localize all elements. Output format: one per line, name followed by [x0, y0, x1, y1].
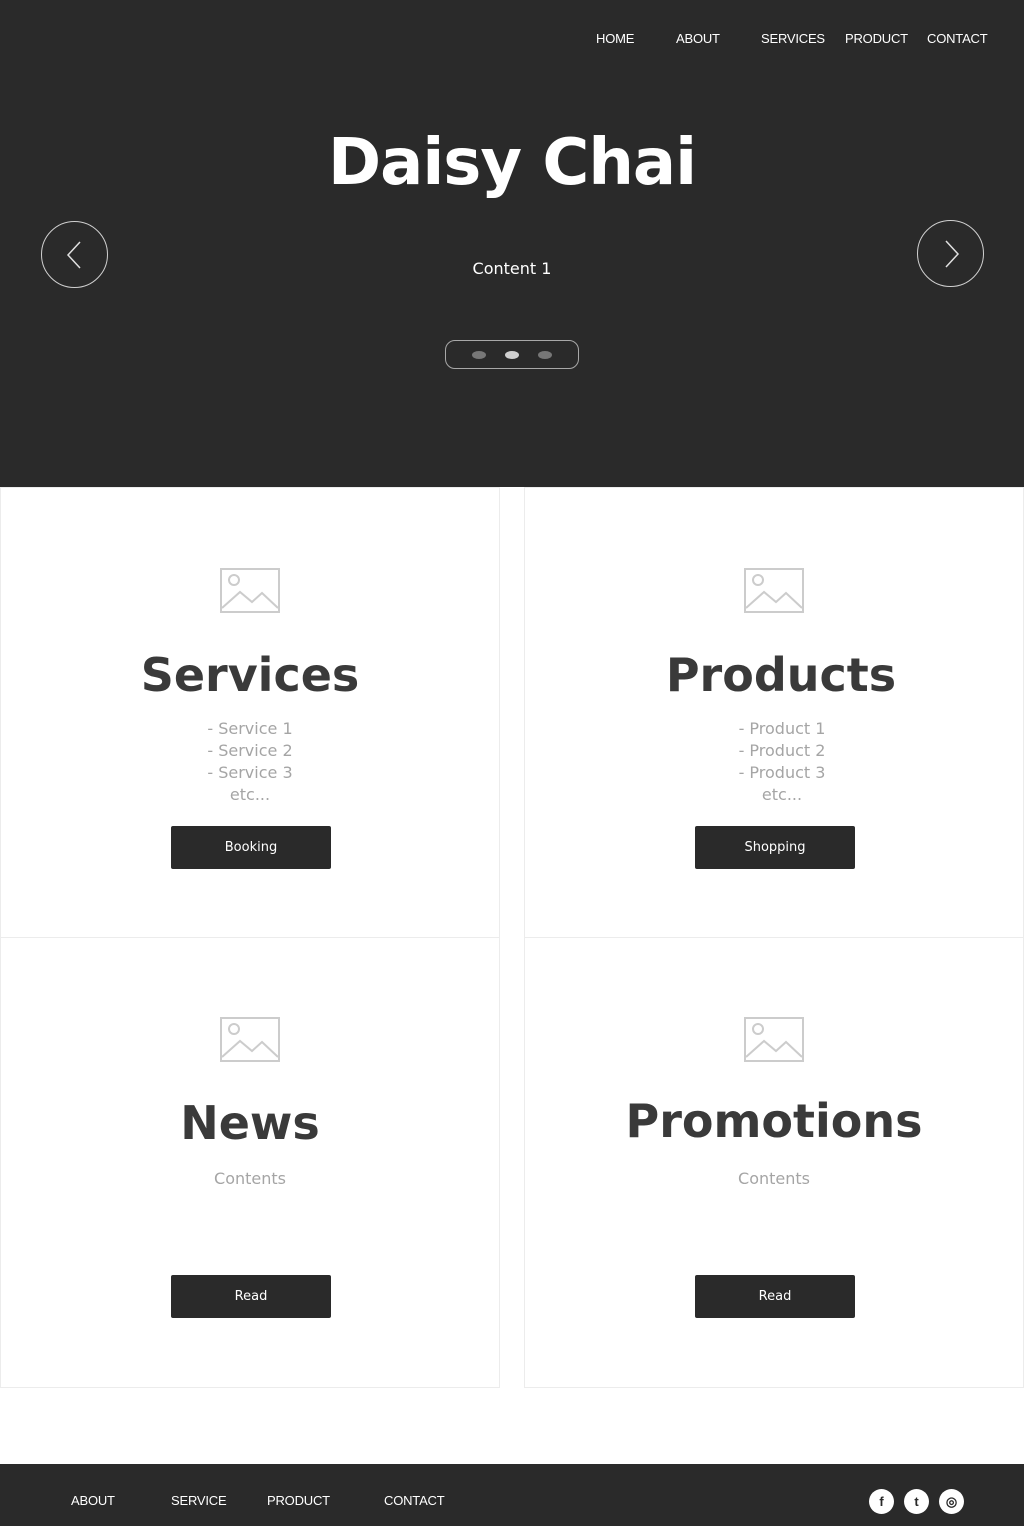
carousel-prev-button[interactable]: [41, 221, 108, 288]
footer-product-link[interactable]: PRODUCT: [267, 1493, 330, 1508]
twitter-link[interactable]: t: [904, 1489, 929, 1514]
list-item: etc...: [229, 785, 271, 804]
list-item: etc...: [761, 785, 803, 804]
carousel-next-button[interactable]: [917, 220, 984, 287]
hero-subtitle: Content 1: [472, 259, 552, 278]
facebook-link[interactable]: f: [869, 1489, 894, 1514]
list-item: - Service 1: [207, 719, 293, 738]
services-title: Services: [140, 648, 360, 702]
twitter-icon: t: [914, 1494, 919, 1509]
carousel-dot-3[interactable]: [538, 351, 552, 359]
dribbble-link[interactable]: ◎: [939, 1489, 964, 1514]
chevron-right-icon: [944, 239, 959, 268]
promotions-card: Promotions Contents Read: [524, 937, 1024, 1388]
image-placeholder-icon: [220, 1017, 280, 1062]
promotions-body: Contents: [738, 1169, 810, 1188]
image-placeholder-icon: [744, 1017, 804, 1062]
list-item: - Product 2: [738, 741, 826, 760]
carousel-pagination: [445, 340, 579, 369]
nav-contact-link[interactable]: CONTACT: [927, 31, 988, 46]
services-list: - Service 1 - Service 2 - Service 3 etc.…: [1, 718, 499, 806]
nav-home-link[interactable]: HOME: [596, 31, 634, 46]
nav-product-link[interactable]: PRODUCT: [845, 31, 908, 46]
top-nav: HOME ABOUT SERVICES PRODUCT CONTACT: [0, 31, 1024, 47]
news-card: News Contents Read: [0, 937, 500, 1388]
carousel-dot-1[interactable]: [472, 351, 486, 359]
list-item: - Product 3: [738, 763, 826, 782]
booking-button[interactable]: Booking: [171, 826, 331, 869]
footer-about-link[interactable]: ABOUT: [71, 1493, 115, 1508]
facebook-icon: f: [879, 1494, 884, 1509]
products-card: Products - Product 1 - Product 2 - Produ…: [524, 487, 1024, 938]
dribbble-icon: ◎: [945, 1494, 958, 1509]
carousel-dot-2-active[interactable]: [505, 351, 519, 359]
news-title: News: [180, 1096, 320, 1150]
list-item: - Service 3: [207, 763, 293, 782]
list-item: - Product 1: [738, 719, 826, 738]
promotions-read-button[interactable]: Read: [695, 1275, 855, 1318]
products-title: Products: [665, 648, 897, 702]
promotions-title: Promotions: [625, 1094, 923, 1148]
services-card: Services - Service 1 - Service 2 - Servi…: [0, 487, 500, 938]
image-placeholder-icon: [744, 568, 804, 613]
footer-contact-link[interactable]: CONTACT: [384, 1493, 445, 1508]
chevron-left-icon: [66, 240, 81, 269]
nav-about-link[interactable]: ABOUT: [676, 31, 720, 46]
shopping-button[interactable]: Shopping: [695, 826, 855, 869]
image-placeholder-icon: [220, 568, 280, 613]
hero-section: HOME ABOUT SERVICES PRODUCT CONTACT Dais…: [0, 0, 1024, 487]
news-read-button[interactable]: Read: [171, 1275, 331, 1318]
list-item: - Service 2: [207, 741, 293, 760]
nav-services-link[interactable]: SERVICES: [761, 31, 825, 46]
hero-title: Daisy Chai: [328, 126, 697, 200]
products-list: - Product 1 - Product 2 - Product 3 etc.…: [525, 718, 1023, 806]
footer: ABOUT SERVICE PRODUCT CONTACT f t ◎: [0, 1464, 1024, 1526]
footer-service-link[interactable]: SERVICE: [171, 1493, 227, 1508]
news-body: Contents: [214, 1169, 286, 1188]
